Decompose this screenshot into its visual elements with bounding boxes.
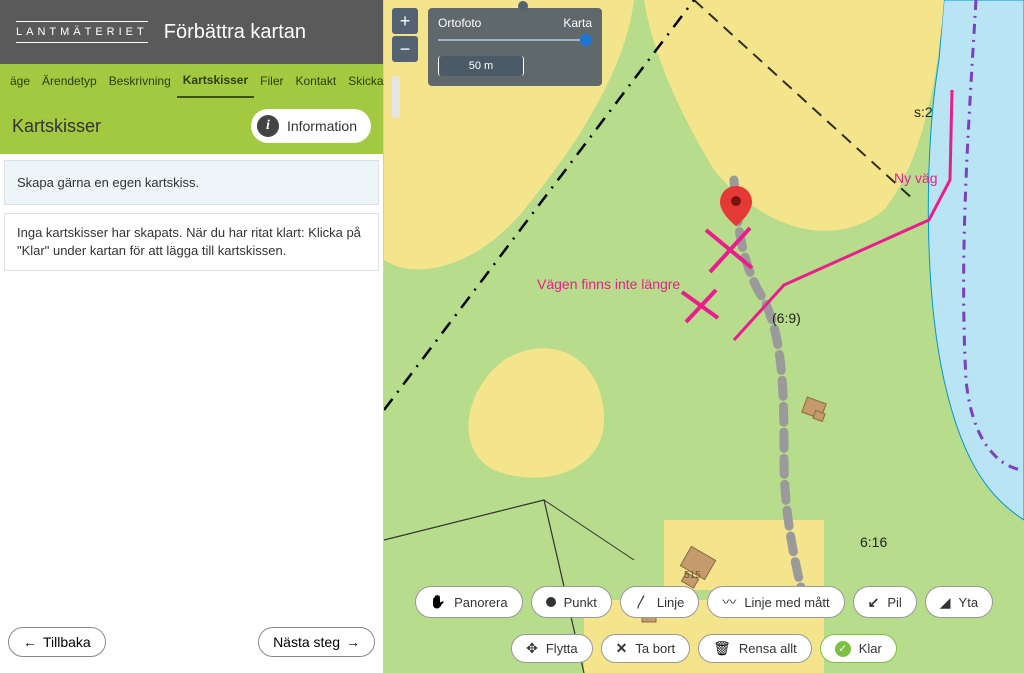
- tool-arrow[interactable]: Pil: [853, 586, 917, 618]
- tool-done[interactable]: ✓ Klar: [820, 634, 897, 663]
- slider-thumb-icon[interactable]: [580, 34, 592, 46]
- scale-bar: 50 m: [438, 56, 524, 76]
- map-canvas[interactable]: [384, 0, 1024, 673]
- info-icon: i: [257, 115, 279, 137]
- tool-line-label: Linje: [657, 595, 684, 610]
- arrow-right-icon: →: [346, 634, 360, 650]
- tool-move[interactable]: Flytta: [511, 634, 593, 663]
- tool-pan[interactable]: Panorera: [415, 586, 523, 618]
- annotation-removed-road: Vägen finns inte längre: [537, 276, 680, 292]
- layer-slider[interactable]: [438, 34, 592, 46]
- tool-clear-label: Rensa allt: [739, 641, 797, 656]
- tab-kartskisser[interactable]: Kartskisser: [177, 64, 254, 98]
- hint-box: Skapa gärna en egen kartskiss.: [4, 160, 379, 205]
- parcel-label-69: (6:9): [772, 310, 801, 326]
- parcel-label-616: 6:16: [860, 534, 887, 550]
- next-label: Nästa steg: [273, 634, 340, 650]
- layer-right-label: Karta: [563, 16, 592, 30]
- tool-done-label: Klar: [859, 641, 882, 656]
- tool-delete[interactable]: Ta bort: [601, 634, 690, 663]
- tool-delete-label: Ta bort: [635, 641, 675, 656]
- tool-line-measure-label: Linje med mått: [744, 595, 829, 610]
- zoom-out-button[interactable]: −: [392, 36, 418, 62]
- zoom-in-button[interactable]: +: [392, 8, 418, 34]
- hand-icon: [430, 594, 446, 610]
- tab-kontakt[interactable]: Kontakt: [290, 64, 343, 98]
- information-label: Information: [287, 118, 357, 134]
- next-button[interactable]: Nästa steg →: [258, 627, 375, 657]
- draw-toolbar: Panorera Punkt 〳 Linje 〰 Linje med mått Pi…: [384, 580, 1024, 673]
- zoom-slider[interactable]: [392, 76, 400, 118]
- tool-line-measure[interactable]: 〰 Linje med mått: [707, 586, 844, 618]
- area-icon: [940, 594, 951, 611]
- tool-move-label: Flytta: [546, 641, 578, 656]
- move-icon: [526, 640, 538, 657]
- tool-pan-label: Panorera: [454, 595, 507, 610]
- tool-point-label: Punkt: [564, 595, 597, 610]
- back-label: Tillbaka: [43, 634, 91, 650]
- layer-left-label: Ortofoto: [438, 16, 481, 30]
- back-button[interactable]: ← Tillbaka: [8, 627, 106, 657]
- check-icon: ✓: [835, 641, 851, 657]
- arrow-left-icon: ←: [23, 634, 37, 650]
- layer-panel: Ortofoto Karta 50 m: [428, 8, 602, 86]
- tab-arendetyp[interactable]: Ärendetyp: [36, 64, 103, 98]
- app-title: Förbättra kartan: [164, 21, 306, 44]
- annotation-new-road: Ny väg: [894, 170, 938, 186]
- section-title: Kartskisser: [12, 116, 101, 137]
- line-icon: 〳: [635, 592, 649, 612]
- tab-lage[interactable]: äge: [4, 64, 36, 98]
- trash-icon: [713, 640, 731, 657]
- line-measure-icon: 〰: [722, 592, 736, 612]
- map-pane[interactable]: s:2 (6:9) 6:16 515 Vägen finns inte läng…: [384, 0, 1024, 673]
- tabs: äge Ärendetyp Beskrivning Kartskisser Fi…: [0, 64, 383, 98]
- tool-line[interactable]: 〳 Linje: [620, 586, 699, 618]
- layer-preset-dot[interactable]: [518, 1, 528, 11]
- tab-filer[interactable]: Filer: [254, 64, 289, 98]
- parcel-label-s2: s:2: [914, 104, 933, 120]
- empty-state-box: Inga kartskisser har skapats. När du har…: [4, 213, 379, 271]
- tool-clear[interactable]: Rensa allt: [698, 634, 812, 663]
- tool-point[interactable]: Punkt: [531, 586, 612, 618]
- brand-logo: LANTMÄTERIET: [16, 21, 148, 43]
- app-header: LANTMÄTERIET Förbättra kartan: [0, 0, 383, 64]
- arrow-icon: [868, 594, 880, 611]
- information-button[interactable]: i Information: [251, 109, 371, 143]
- delete-icon: [616, 640, 628, 657]
- point-icon: [546, 597, 556, 607]
- tool-area[interactable]: Yta: [925, 586, 993, 618]
- tab-beskrivning[interactable]: Beskrivning: [103, 64, 177, 98]
- tool-area-label: Yta: [959, 595, 979, 610]
- section-header: Kartskisser i Information: [0, 98, 383, 154]
- tool-arrow-label: Pil: [887, 595, 901, 610]
